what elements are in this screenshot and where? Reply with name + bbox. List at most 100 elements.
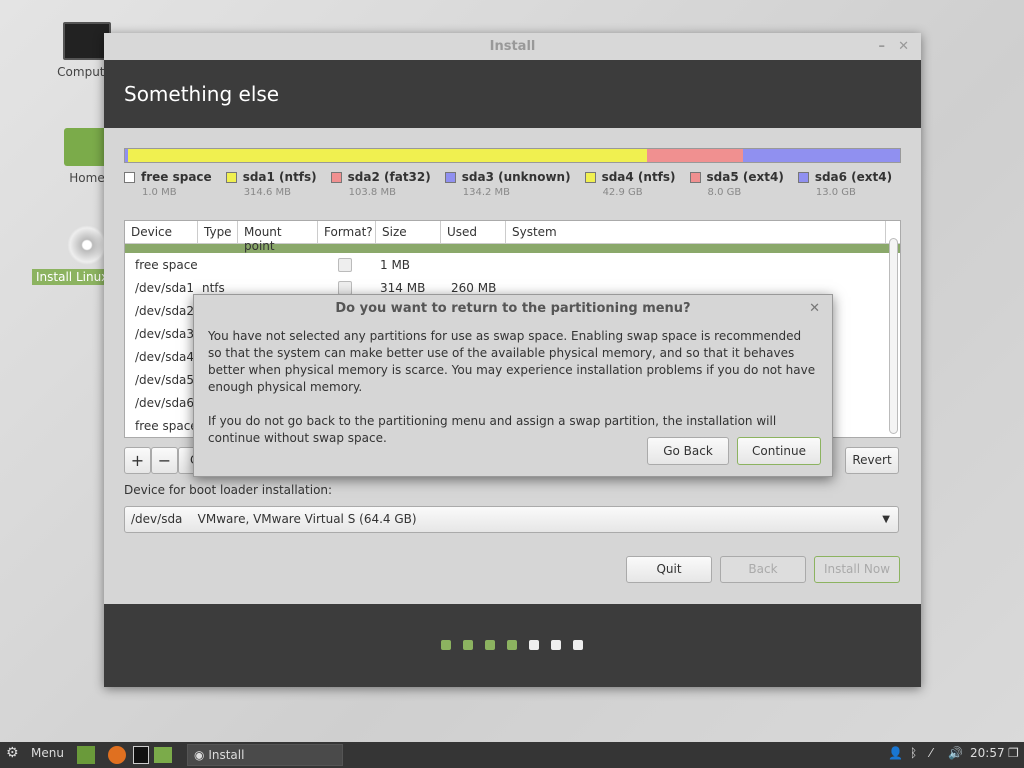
format-checkbox[interactable] [338, 280, 352, 295]
partition-size: 1.0 MB [142, 187, 177, 198]
column-header[interactable]: Type [198, 221, 238, 243]
partition-size: 134.2 MB [462, 187, 511, 198]
task-label: Install [208, 748, 245, 762]
cell-type: ntfs [202, 280, 225, 295]
cell-device: /dev/sda3 [135, 326, 195, 341]
legend-item: sda3 (unknown) 134.2 MB [444, 170, 571, 198]
color-swatch [124, 171, 135, 183]
continue-button[interactable]: Continue [737, 437, 821, 465]
taskbar-task-install[interactable]: ◉ Install [187, 744, 343, 766]
column-header[interactable]: Format? [318, 221, 376, 243]
legend-item: sda2 (fat32) 103.8 MB [330, 170, 431, 198]
partition-name: free space [141, 170, 212, 184]
color-swatch [444, 171, 456, 183]
partition-name: sda4 (ntfs) [601, 170, 676, 184]
partition-size: 8.0 GB [707, 187, 742, 198]
column-header[interactable]: Device [125, 221, 198, 243]
clock[interactable]: 20:57 [970, 746, 1005, 760]
partition-legend: free space 1.0 MB sda1 (ntfs) 314.6 MB sda2 … [124, 170, 901, 198]
dialog-message: You have not selected any partitions for… [208, 329, 816, 394]
cell-used: 260 MB [451, 280, 497, 295]
legend-item: free space 1.0 MB [124, 170, 212, 198]
gear-icon: ⚙ [6, 745, 19, 761]
disc-icon [67, 225, 107, 265]
step-dot [441, 640, 451, 650]
go-back-button[interactable]: Go Back [647, 437, 729, 465]
format-checkbox[interactable] [338, 257, 352, 272]
partition-size: 42.9 GB [602, 187, 643, 198]
network-icon[interactable]: ⁄ [930, 746, 932, 760]
workspace-icon[interactable]: ❐ [1008, 746, 1019, 760]
cell-device: free space [135, 418, 198, 433]
column-header[interactable]: Mount point [238, 221, 318, 253]
cell-device: /dev/sda6 [135, 395, 195, 410]
close-icon[interactable]: ✕ [898, 33, 909, 60]
cell-device: /dev/sda4 [135, 349, 195, 364]
bootloader-select[interactable]: /dev/sda VMware, VMware Virtual S (64.4 … [124, 506, 899, 533]
revert-button[interactable]: Revert [845, 447, 899, 474]
cell-device: /dev/sda2 [135, 303, 195, 318]
legend-item: sda4 (ntfs) 42.9 GB [584, 170, 676, 198]
add-partition-button[interactable]: + [124, 447, 151, 474]
cell-device: /dev/sda1 [135, 280, 195, 295]
firefox-icon[interactable] [108, 746, 126, 764]
cell-device: free space [135, 257, 198, 272]
step-dot [529, 640, 539, 650]
scrollbar[interactable] [889, 238, 898, 434]
terminal-icon[interactable] [133, 746, 149, 764]
remove-partition-button[interactable]: − [151, 447, 178, 474]
dialog-title: Do you want to return to the partitionin… [335, 301, 691, 316]
partition-name: sda2 (fat32) [347, 170, 431, 184]
group-row-sda[interactable] [125, 244, 900, 253]
bluetooth-icon[interactable]: ᛒ [910, 746, 917, 760]
close-icon[interactable]: ✕ [809, 295, 820, 323]
legend-item: sda5 (ext4) 8.0 GB [689, 170, 784, 198]
partition-size: 13.0 GB [815, 187, 856, 198]
step-dot [551, 640, 561, 650]
user-icon[interactable]: 👤 [888, 746, 903, 760]
step-dot [573, 640, 583, 650]
partition-size: 103.8 MB [348, 187, 396, 198]
partition-name: sda6 (ext4) [814, 170, 893, 184]
page-title: Something else [104, 60, 921, 128]
dropdown-arrow-icon: ▼ [882, 514, 890, 525]
color-swatch [689, 171, 701, 183]
minimize-icon[interactable]: – [879, 33, 886, 60]
color-swatch [330, 171, 342, 183]
swap-warning-dialog: Do you want to return to the partitionin… [193, 294, 833, 477]
files-icon[interactable] [154, 747, 172, 763]
install-now-button[interactable]: Install Now [814, 556, 900, 583]
partition-name: sda5 (ext4) [706, 170, 784, 184]
bootloader-value: /dev/sda VMware, VMware Virtual S (64.4 … [131, 512, 417, 526]
partition-name: sda1 (ntfs) [242, 170, 317, 184]
title-bar: Install – ✕ [104, 33, 921, 60]
back-button[interactable]: Back [720, 556, 806, 583]
step-dot [485, 640, 495, 650]
legend-item: sda1 (ntfs) 314.6 MB [225, 170, 317, 198]
column-header[interactable]: System [506, 221, 886, 243]
step-dot [463, 640, 473, 650]
progress-footer [104, 604, 921, 687]
cell-size: 1 MB [380, 257, 411, 272]
color-swatch [797, 171, 809, 183]
column-header[interactable]: Size [376, 221, 441, 243]
cell-size: 314 MB [380, 280, 426, 295]
partition-size: 314.6 MB [243, 187, 291, 198]
volume-icon[interactable]: 🔊 [948, 746, 963, 760]
legend-item: sda6 (ext4) 13.0 GB [797, 170, 893, 198]
desktop-icon-label: Home [69, 171, 105, 185]
menu-button[interactable]: Menu [31, 746, 64, 760]
step-dot [507, 640, 517, 650]
quit-button[interactable]: Quit [626, 556, 712, 583]
partition-name: sda3 (unknown) [461, 170, 571, 184]
color-swatch [225, 171, 237, 183]
bootloader-label: Device for boot loader installation: [124, 483, 333, 497]
table-row[interactable]: free space 1 MB [125, 253, 900, 276]
cell-device: /dev/sda5 [135, 372, 195, 387]
show-desktop-icon[interactable] [77, 746, 95, 764]
step-dots [441, 640, 583, 650]
column-header[interactable]: Used [441, 221, 506, 243]
color-swatch [584, 171, 596, 183]
window-title: Install [489, 39, 536, 54]
partition-bar [124, 148, 901, 163]
